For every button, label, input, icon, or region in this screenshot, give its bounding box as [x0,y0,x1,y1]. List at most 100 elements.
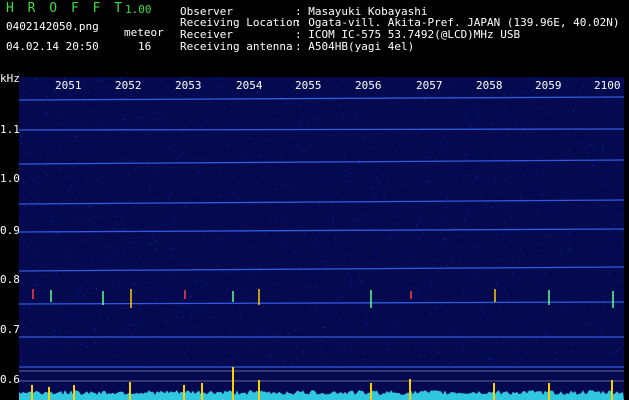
noise-dot [29,141,31,143]
noise-dot [284,186,286,188]
noise-dot [536,340,538,342]
noise-dot [329,339,331,341]
noise-dot [520,249,522,251]
noise-dot [49,160,51,162]
noise-dot [230,325,232,327]
noise-dot [183,206,185,208]
noise-dot [32,264,34,265]
noise-dot [490,94,492,96]
noise-dot [197,170,199,171]
noise-dot [420,206,422,208]
noise-dot [347,273,349,275]
noise-dot [388,125,390,127]
noise-dot [303,350,305,352]
time-label-2100: 2100 [594,79,621,92]
noise-dot [46,175,48,176]
noise-dot [158,197,160,199]
noise-dot [129,352,131,354]
noise-dot [568,150,570,152]
noise-dot [98,135,100,137]
noise-dot [120,346,122,348]
noise-dot [176,311,178,313]
noise-dot [195,163,197,165]
noise-dot [364,211,366,213]
noise-dot [447,300,449,302]
noise-dot [430,286,432,288]
noise-dot [91,167,93,169]
noise-dot [187,348,189,350]
noise-dot [506,134,508,136]
noise-dot [90,260,92,262]
noise-dot [598,269,600,271]
noise-dot [466,213,468,215]
freq-unit-label: kHz [0,72,20,85]
noise-dot [584,323,586,325]
noise-dot [510,217,512,218]
noise-dot [567,309,569,311]
noise-dot [381,220,383,222]
time-label-2058: 2058 [476,79,503,92]
noise-dot [78,289,80,291]
noise-dot [348,223,350,225]
noise-dot [435,346,437,348]
noise-dot [76,289,78,291]
noise-dot [131,93,133,95]
time-label-2059: 2059 [535,79,562,92]
noise-dot [33,139,35,140]
noise-dot [599,226,601,228]
noise-dot [324,308,326,310]
noise-dot [253,333,255,335]
noise-dot [437,321,439,323]
noise-dot [448,270,450,272]
noise-dot [437,352,439,354]
noise-dot [258,108,260,110]
noise-dot [562,225,564,227]
noise-dot [258,330,260,332]
noise-dot [107,245,109,247]
noise-dot [504,222,506,224]
noise-dot [196,310,198,312]
noise-dot [239,123,241,125]
noise-dot [228,360,230,362]
noise-dot [138,286,140,288]
noise-dot [346,170,348,172]
noise-dot [192,123,194,125]
noise-dot [507,299,509,301]
noise-dot [166,349,168,351]
noise-dot [126,97,127,99]
noise-dot [128,101,130,103]
noise-dot [149,191,151,193]
noise-dot [319,198,321,200]
noise-dot [270,356,271,357]
noise-dot [382,364,384,366]
noise-dot [573,111,574,112]
noise-dot [267,159,269,161]
noise-dot [500,309,501,311]
noise-dot [334,300,336,302]
noise-dot [220,84,222,86]
noise-dot [76,137,77,138]
noise-dot [455,178,457,180]
noise-dot [315,103,317,105]
noise-dot [145,222,147,224]
noise-dot [286,242,288,244]
noise-dot [442,270,444,271]
noise-dot [553,234,555,236]
noise-dot [472,277,474,279]
noise-dot [101,124,103,126]
noise-dot [567,78,569,80]
noise-dot [428,125,430,127]
noise-dot [453,360,455,362]
noise-dot [143,117,144,119]
noise-dot [176,243,177,245]
noise-dot [131,325,133,327]
noise-dot [86,177,88,179]
noise-dot [121,326,123,327]
noise-dot [338,168,340,170]
noise-dot [343,120,345,122]
noise-dot [56,273,58,274]
spectrogram [19,77,624,400]
noise-dot [204,232,205,234]
noise-dot [162,292,164,294]
noise-dot [425,180,427,182]
